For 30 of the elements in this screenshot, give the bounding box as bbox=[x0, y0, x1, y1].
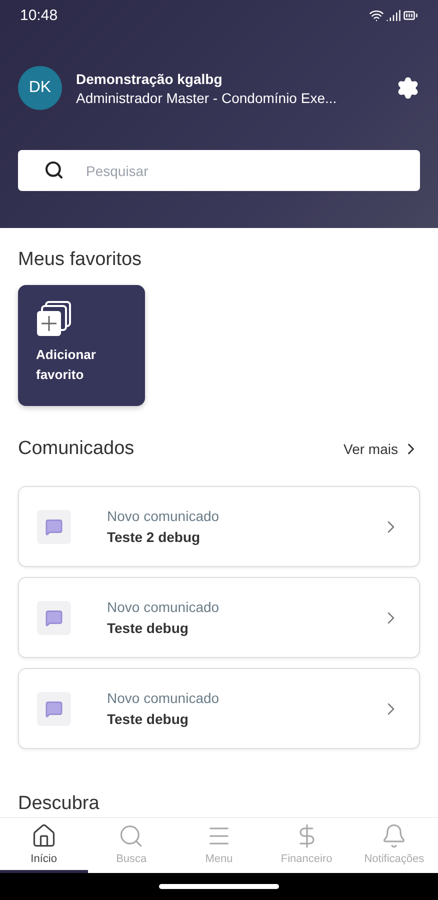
section-title: Comunicados bbox=[18, 438, 134, 460]
wifi-icon bbox=[369, 8, 384, 22]
search-icon bbox=[118, 823, 144, 849]
home-icon bbox=[30, 823, 57, 849]
avatar: DK bbox=[18, 66, 62, 110]
announcement-label: Novo comunicado bbox=[107, 599, 220, 615]
announcement-label: Novo comunicado bbox=[107, 690, 220, 706]
announcement-card[interactable]: Novo comunicado Teste debug bbox=[18, 577, 420, 658]
signal-icon bbox=[386, 8, 401, 22]
settings-icon[interactable] bbox=[396, 76, 420, 100]
add-favorite-button[interactable]: Adicionar favorito bbox=[18, 285, 145, 406]
announcement-card[interactable]: Novo comunicado Teste 2 debug bbox=[18, 486, 420, 567]
section-title: Descubra bbox=[18, 793, 100, 815]
search-icon bbox=[44, 160, 64, 180]
search-field[interactable]: Pesquisar bbox=[18, 150, 420, 191]
see-more-link[interactable]: Ver mais bbox=[344, 440, 420, 458]
section-title: Meus favoritos bbox=[18, 249, 143, 271]
message-icon bbox=[37, 600, 71, 634]
add-stack-icon bbox=[36, 301, 72, 337]
message-icon bbox=[37, 692, 71, 726]
message-icon bbox=[37, 510, 71, 544]
announcement-card[interactable]: Novo comunicado Teste debug bbox=[18, 668, 420, 749]
announcement-label: Novo comunicado bbox=[107, 508, 220, 524]
announcement-title: Teste debug bbox=[107, 711, 190, 727]
bell-icon bbox=[381, 823, 408, 849]
user-role: Administrador Master - Condomínio Exe... bbox=[76, 90, 338, 106]
user-name: Demonstração kgalbg bbox=[76, 70, 224, 86]
announcement-title: Teste 2 debug bbox=[107, 529, 202, 545]
status-time: 10:48 bbox=[20, 6, 58, 24]
announcement-title: Teste debug bbox=[107, 620, 190, 636]
